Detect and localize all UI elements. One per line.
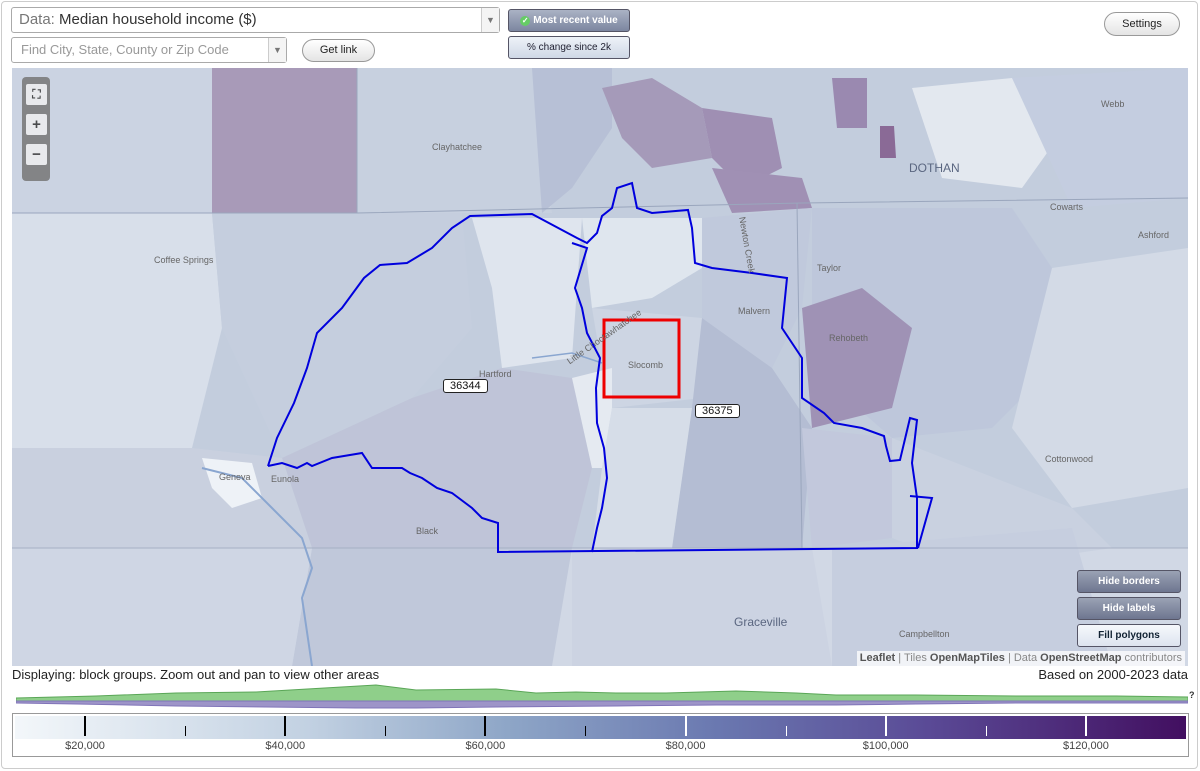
data-years-text: Based on 2000-2023 data [1038, 667, 1188, 682]
place-label: Cowarts [1050, 202, 1084, 212]
hide-borders-button[interactable]: Hide borders [1077, 570, 1181, 593]
settings-button[interactable]: Settings [1104, 12, 1180, 36]
legend-minor-tick [985, 726, 987, 736]
openmaptiles-link[interactable]: OpenMapTiles [930, 652, 1005, 664]
pct-change-toggle[interactable]: % change since 2k [508, 36, 630, 59]
place-label: Black [416, 526, 439, 536]
legend-major-tick [684, 716, 687, 736]
chevron-down-icon[interactable]: ▼ [268, 38, 286, 62]
place-label: Malvern [738, 306, 771, 316]
legend-major-tick [1084, 716, 1087, 736]
block-group[interactable] [880, 126, 896, 158]
place-label: Cottonwood [1045, 454, 1094, 464]
legend-tick-label: $80,000 [665, 740, 706, 752]
attribution-data-prefix: | Data [1007, 652, 1038, 664]
place-label: Slocomb [628, 360, 664, 370]
zoom-controls: ⛶ + − [22, 77, 50, 181]
location-search-input[interactable]: Find City, State, County or Zip Code ▼ [11, 37, 287, 63]
zoom-in-button[interactable]: + [26, 114, 47, 135]
place-label: Geneva [219, 472, 251, 482]
legend-major-tick [884, 716, 887, 736]
check-icon: ✓ [520, 16, 531, 26]
legend-minor-tick [785, 726, 787, 736]
place-label: DOTHAN [909, 161, 960, 175]
zip-label[interactable]: 36375 [695, 404, 740, 418]
block-group[interactable] [12, 213, 222, 448]
place-label: Webb [1101, 99, 1125, 109]
attribution-tiles-prefix: | Tiles [898, 652, 927, 664]
place-label: Graceville [734, 615, 788, 629]
data-select-value: Median household income ($) [59, 11, 257, 28]
legend-major-tick [284, 716, 287, 736]
block-group[interactable] [212, 68, 357, 213]
legend-tick-label: $20,000 [65, 740, 105, 752]
place-label: Rehobeth [829, 333, 869, 343]
legend-tick-label: $60,000 [465, 740, 506, 752]
chevron-down-icon[interactable]: ▼ [481, 8, 499, 32]
data-select[interactable]: Data: Median household income ($) ▼ [11, 7, 500, 33]
search-placeholder: Find City, State, County or Zip Code [21, 42, 229, 57]
legend-minor-tick [585, 726, 587, 736]
block-group[interactable] [12, 448, 312, 548]
zoom-out-button[interactable]: − [26, 144, 47, 165]
map-attribution: Leaflet | Tiles OpenMapTiles | Data Open… [856, 651, 1185, 666]
place-label: Taylor [817, 263, 842, 273]
histogram-upper [16, 684, 1188, 702]
most-recent-toggle[interactable]: ✓ Most recent value [508, 9, 630, 32]
legend-major-tick [84, 716, 87, 736]
map-canvas [12, 68, 1188, 666]
block-group[interactable] [292, 548, 572, 666]
hide-labels-button[interactable]: Hide labels [1077, 597, 1181, 620]
data-select-prefix: Data: [19, 11, 55, 28]
openstreetmap-link[interactable]: OpenStreetMap [1040, 652, 1121, 664]
fill-polygons-button[interactable]: Fill polygons [1077, 624, 1181, 647]
zip-label[interactable]: 36344 [443, 379, 488, 393]
legend-minor-tick [385, 726, 387, 736]
place-label: Clayhatchee [432, 142, 483, 152]
legend-tick-label: $120,000 [1062, 740, 1109, 752]
legend-major-tick [484, 716, 487, 736]
place-label: Eunola [271, 474, 300, 484]
block-group[interactable] [12, 548, 312, 666]
place-label: Coffee Springs [154, 255, 214, 265]
value-histogram [16, 684, 1188, 709]
histogram-lower [16, 700, 1188, 709]
block-group[interactable] [832, 78, 867, 128]
display-status-text: Displaying: block groups. Zoom out and p… [12, 667, 380, 682]
block-group[interactable] [802, 428, 892, 548]
help-icon[interactable]: ? [1189, 690, 1195, 700]
place-label: Ashford [1138, 230, 1170, 240]
place-label: Hartford [479, 369, 512, 379]
legend-gradient [15, 716, 1186, 739]
block-group[interactable] [572, 548, 832, 666]
legend-tick-label: $40,000 [265, 740, 306, 752]
legend-tick-label: $100,000 [862, 740, 909, 752]
color-legend: $20,000 $40,000 $60,000 $80,000 $100,000 $120… [12, 713, 1189, 757]
place-label: Campbellton [899, 629, 950, 639]
legend-minor-tick [185, 726, 187, 736]
get-link-button[interactable]: Get link [302, 39, 375, 62]
choropleth-map[interactable]: ⛶ + − Clayhatchee DOTHAN Webb Cowarts As… [12, 68, 1188, 666]
block-group[interactable] [357, 68, 552, 213]
most-recent-label: Most recent value [533, 15, 618, 26]
fullscreen-icon[interactable]: ⛶ [26, 84, 47, 105]
leaflet-link[interactable]: Leaflet [860, 652, 895, 664]
attribution-suffix: contributors [1124, 652, 1182, 664]
